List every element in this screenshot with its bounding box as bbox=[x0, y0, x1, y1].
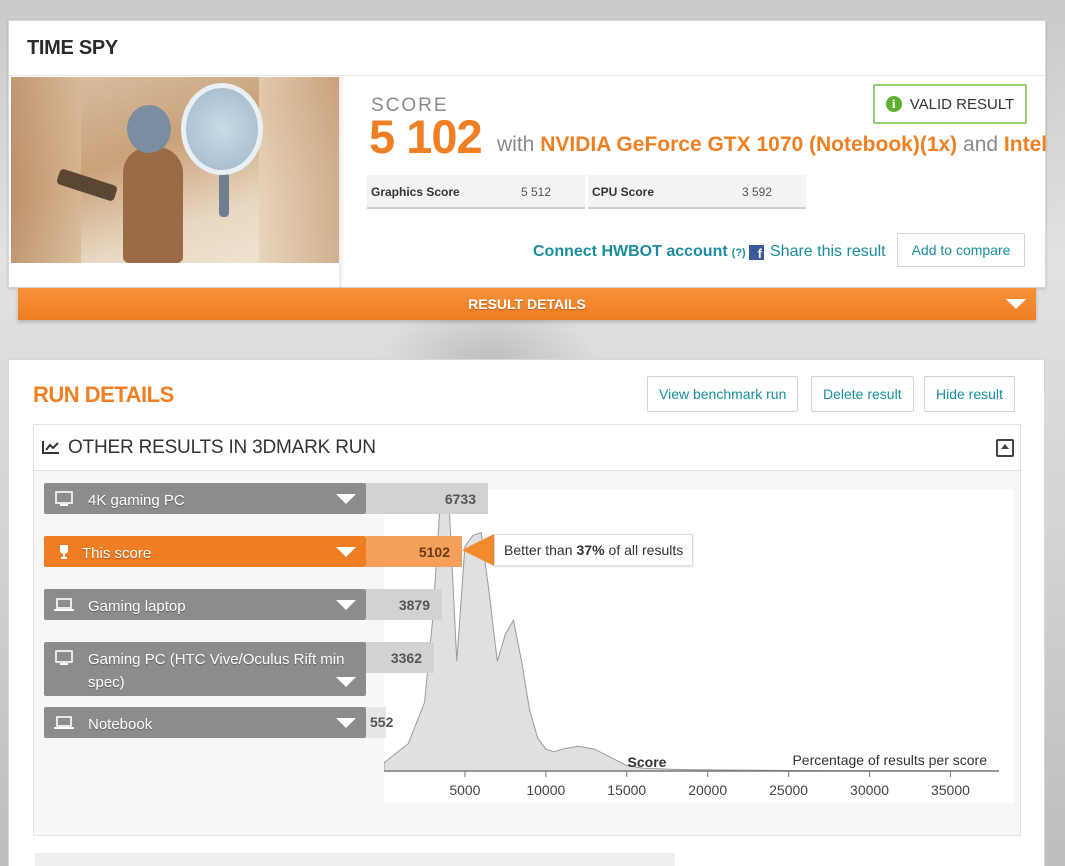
share-label[interactable]: Share this result bbox=[770, 243, 886, 261]
info-icon: i bbox=[885, 96, 902, 112]
result-row-notebook[interactable]: Notebook bbox=[44, 707, 366, 738]
line-chart-icon bbox=[42, 441, 59, 454]
x-tick-label: 25000 bbox=[769, 782, 808, 798]
other-results-header: OTHER RESULTS IN 3DMARK RUN bbox=[34, 425, 1020, 471]
row-value-box: 6733 bbox=[366, 483, 488, 514]
collapse-icon[interactable] bbox=[996, 439, 1014, 457]
view-benchmark-run-button[interactable]: View benchmark run bbox=[647, 376, 799, 412]
better-than-callout: Better than 37% of all results bbox=[494, 534, 694, 566]
cpu-name: Intel bbox=[1003, 133, 1048, 156]
graphics-score: Graphics Score 5 512 bbox=[367, 175, 585, 209]
chevron-down-icon[interactable] bbox=[336, 600, 356, 610]
other-results-panel: OTHER RESULTS IN 3DMARK RUN 5000 10000 150… bbox=[33, 424, 1021, 836]
x-tick-label: 35000 bbox=[931, 782, 970, 798]
hwbot-help-link[interactable]: (?) bbox=[732, 247, 746, 259]
result-card: TIME SPY SCORE 5 102 with NVIDIA GeForce… bbox=[8, 20, 1047, 289]
better-than-percent: 37% bbox=[576, 542, 605, 558]
result-details-toggle[interactable]: RESULT DETAILS bbox=[18, 288, 1036, 320]
score-hardware: with NVIDIA GeForce GTX 1070 (Notebook)(… bbox=[497, 133, 1047, 157]
run-details-card: RUN DETAILS View benchmark run Delete re… bbox=[8, 359, 1045, 866]
gpu-name: NVIDIA GeForce GTX 1070 (Notebook)(1x) bbox=[540, 133, 958, 156]
graphics-score-value: 5 512 bbox=[521, 185, 552, 199]
x-tick-label: 30000 bbox=[850, 782, 889, 798]
better-than-arrow bbox=[462, 534, 494, 566]
add-to-compare-button[interactable]: Add to compare bbox=[897, 233, 1025, 267]
valid-result-label: VALID RESULT bbox=[909, 95, 1015, 113]
hero-shadow bbox=[339, 77, 345, 289]
chevron-down-icon[interactable] bbox=[336, 718, 356, 728]
result-row-gaming-pc-vr-min-spec[interactable]: Gaming PC (HTC Vive/Oculus Rift min spec… bbox=[44, 642, 366, 696]
and-text: and bbox=[963, 133, 999, 156]
benchmark-hero-image bbox=[11, 77, 339, 263]
cpu-score: CPU Score 3 592 bbox=[588, 175, 806, 209]
y-axis-label: Percentage of results per score bbox=[792, 752, 987, 768]
chevron-down-icon[interactable] bbox=[336, 677, 356, 687]
cpu-score-label: CPU Score bbox=[592, 185, 655, 199]
desktop-icon bbox=[55, 650, 73, 665]
result-row-4k-gaming-pc[interactable]: 4K gaming PC bbox=[44, 483, 366, 514]
result-details-label: RESULT DETAILS bbox=[468, 296, 586, 312]
chevron-down-icon[interactable] bbox=[336, 547, 356, 557]
laptop-icon bbox=[54, 716, 74, 729]
other-results-title: OTHER RESULTS IN 3DMARK RUN bbox=[68, 437, 376, 458]
row-label: 4K gaming PC bbox=[88, 492, 185, 509]
cpu-score-value: 3 592 bbox=[742, 185, 773, 199]
chevron-down-icon[interactable] bbox=[1006, 299, 1026, 309]
chevron-down-icon[interactable] bbox=[336, 494, 356, 504]
facebook-icon[interactable]: f bbox=[749, 244, 764, 260]
trophy-icon bbox=[60, 545, 68, 559]
connect-hwbot-link[interactable]: Connect HWBOT account (?) bbox=[533, 243, 746, 261]
hwbot-link-label[interactable]: Connect HWBOT account bbox=[533, 243, 728, 260]
desktop-icon bbox=[55, 491, 73, 506]
delete-result-button[interactable]: Delete result bbox=[811, 376, 914, 412]
result-row-gaming-laptop[interactable]: Gaming laptop bbox=[44, 589, 366, 620]
divider bbox=[9, 75, 1045, 76]
graphics-score-label: Graphics Score bbox=[371, 185, 460, 199]
row-label: This score bbox=[82, 545, 152, 562]
better-than-prefix: Better than bbox=[504, 542, 573, 558]
row-value-box: 5102 bbox=[366, 536, 462, 567]
run-details-title: RUN DETAILS bbox=[33, 382, 174, 407]
valid-result-badge: i VALID RESULT bbox=[873, 84, 1027, 124]
row-label: Gaming PC (HTC Vive/Oculus Rift min spec… bbox=[88, 651, 345, 691]
test-title: TIME SPY bbox=[27, 37, 118, 59]
next-section-strip bbox=[35, 853, 675, 866]
row-label: Gaming laptop bbox=[88, 598, 186, 615]
score-value: 5 102 bbox=[369, 110, 483, 163]
share-result-link[interactable]: f Share this result bbox=[749, 243, 886, 261]
laptop-icon bbox=[54, 598, 74, 611]
row-value: 552 bbox=[370, 714, 394, 730]
result-row-this-score[interactable]: This score bbox=[44, 536, 366, 567]
hide-result-button[interactable]: Hide result bbox=[924, 376, 1015, 412]
better-than-suffix: of all results bbox=[608, 542, 684, 558]
row-value-box: 3879 bbox=[366, 589, 442, 620]
x-axis-label: Score bbox=[628, 754, 667, 770]
row-value-box: 3362 bbox=[366, 642, 434, 673]
with-text: with bbox=[497, 133, 535, 156]
x-tick-label: 15000 bbox=[607, 782, 646, 798]
x-tick-label: 10000 bbox=[526, 782, 565, 798]
x-tick-label: 5000 bbox=[449, 782, 480, 798]
row-label: Notebook bbox=[88, 716, 153, 733]
x-tick-label: 20000 bbox=[688, 782, 727, 798]
